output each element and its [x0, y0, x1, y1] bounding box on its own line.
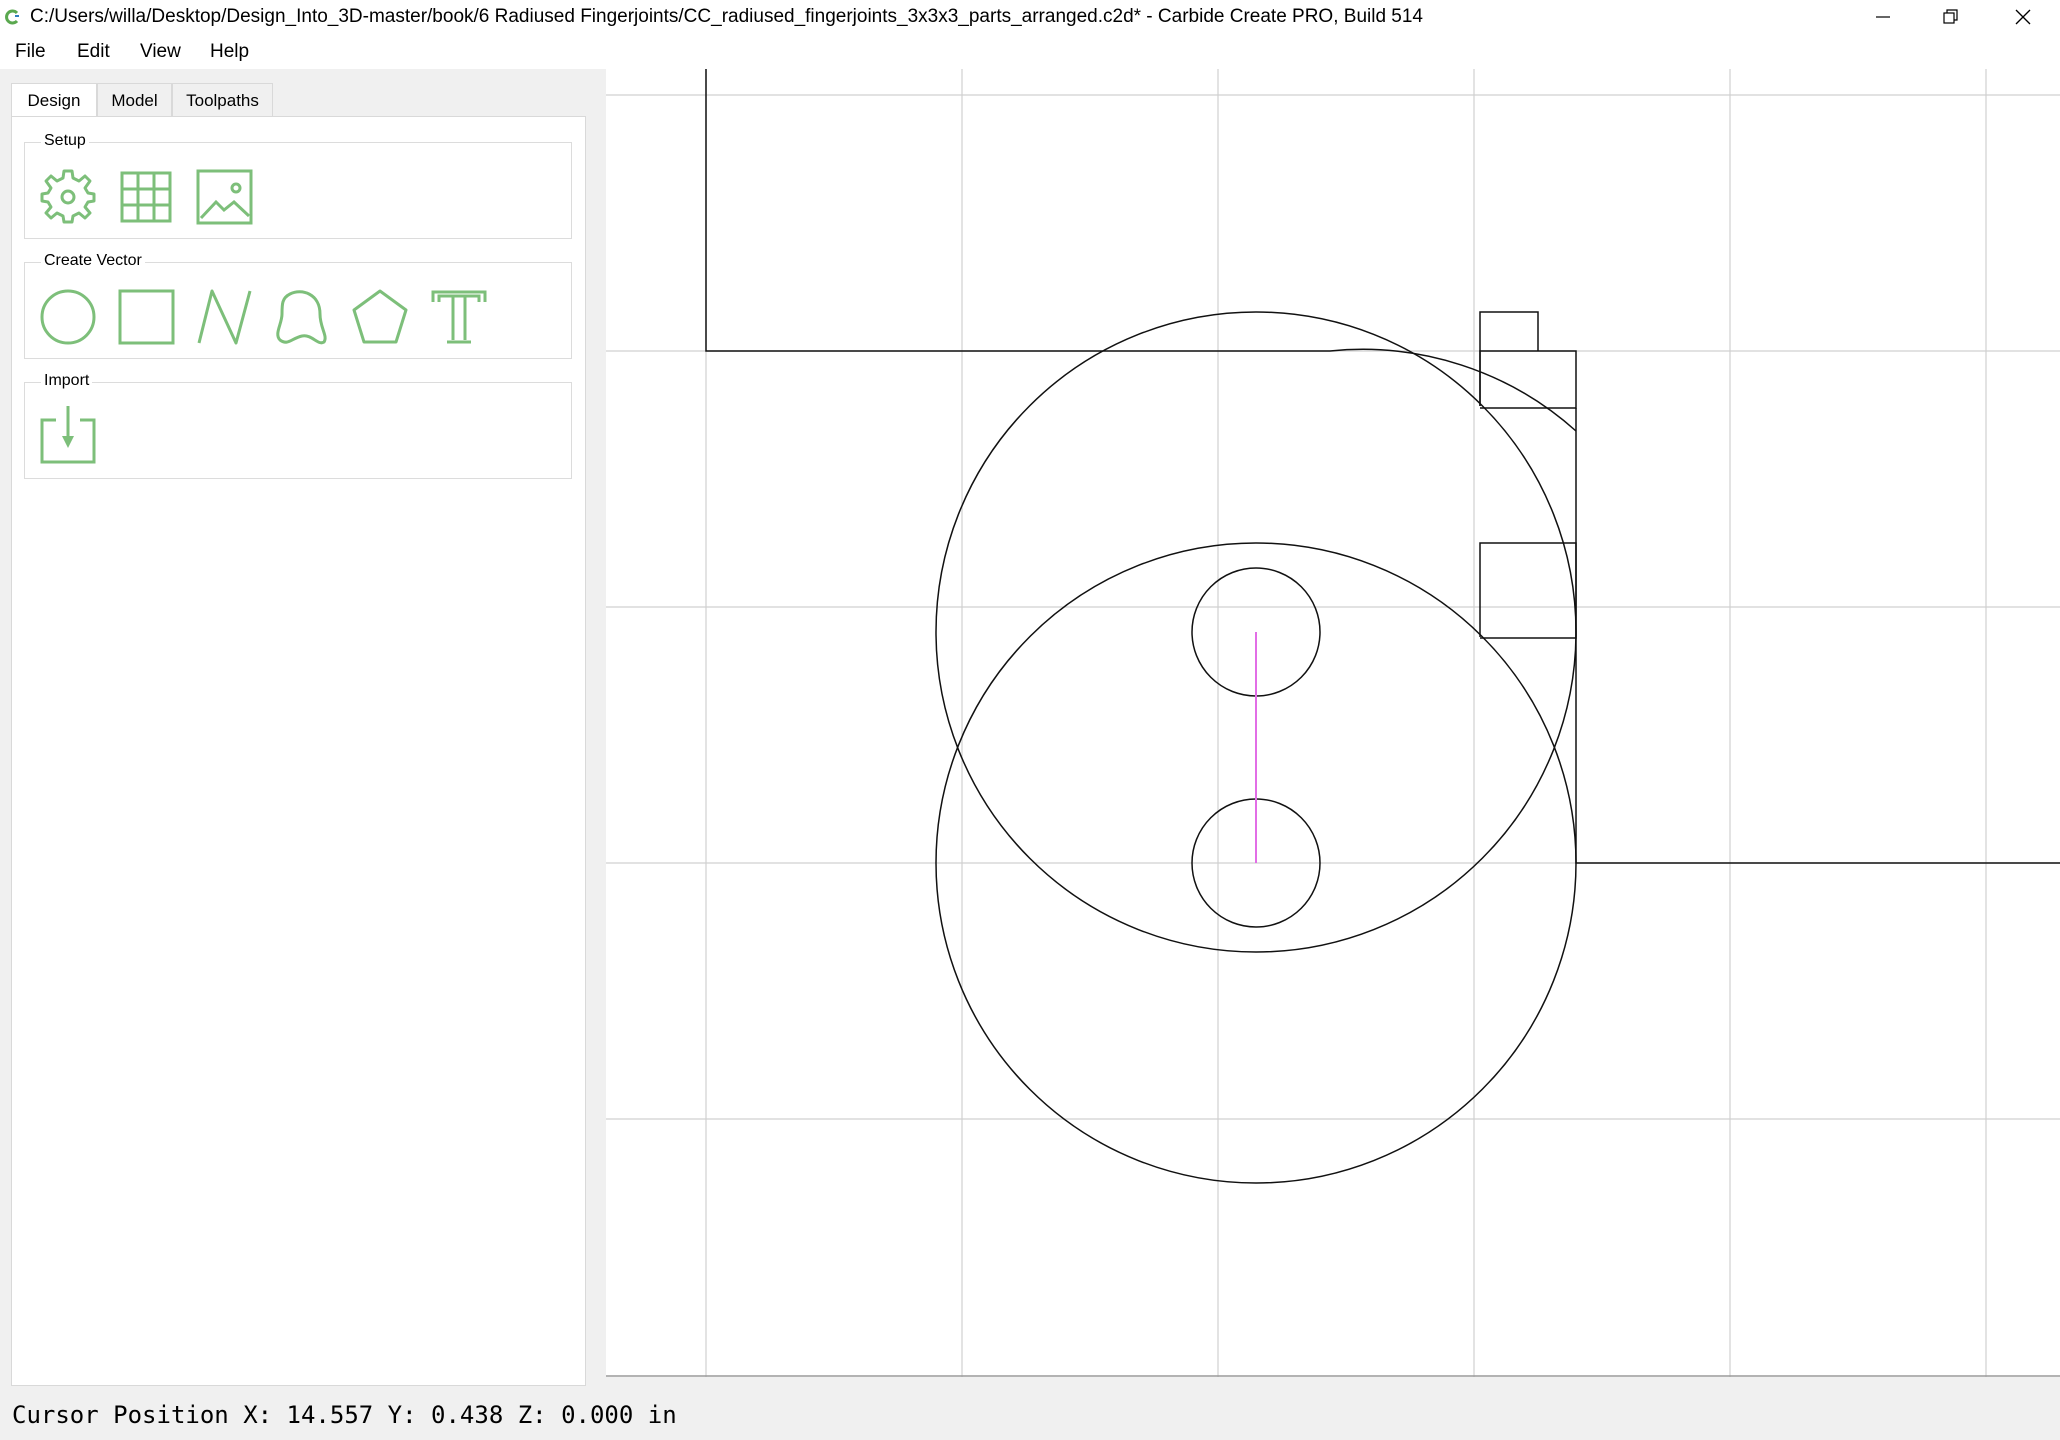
menu-bar: File Edit View Help — [0, 34, 2060, 69]
restore-icon — [1943, 9, 1958, 24]
canvas-drawing — [606, 69, 2060, 1377]
minimize-button[interactable] — [1850, 0, 1916, 34]
polygon-tool-button[interactable] — [350, 286, 410, 346]
text-tool-button[interactable] — [429, 286, 489, 346]
setup-group: Setup — [24, 131, 572, 239]
setup-group-title: Setup — [41, 131, 89, 151]
grid-lines — [606, 69, 2060, 1377]
import-icon — [40, 406, 96, 464]
text-icon — [431, 290, 487, 344]
restore-button[interactable] — [1918, 0, 1984, 34]
grid-icon — [120, 171, 172, 223]
close-button[interactable] — [1990, 0, 2056, 34]
polyline-tool-button[interactable] — [194, 286, 254, 346]
job-setup-button[interactable] — [38, 166, 98, 226]
circle-icon — [40, 289, 96, 345]
menu-view[interactable]: View — [140, 34, 181, 69]
polyline-icon — [197, 289, 252, 345]
image-icon — [196, 169, 253, 225]
menu-help[interactable]: Help — [210, 34, 249, 69]
rectangle-tool-button[interactable] — [116, 286, 176, 346]
import-group: Import — [24, 371, 572, 479]
background-image-button[interactable] — [194, 166, 254, 226]
vector-geometry — [705, 69, 2060, 1184]
tab-model[interactable]: Model — [97, 83, 172, 116]
carbide-logo-icon — [5, 9, 21, 25]
minimize-icon — [1876, 16, 1890, 18]
close-icon — [2015, 9, 2031, 25]
polygon-icon — [352, 289, 408, 344]
title-bar: C:/Users/willa/Desktop/Design_Into_3D-ma… — [0, 0, 2060, 34]
curve-tool-button[interactable] — [272, 286, 332, 346]
create-vector-group: Create Vector — [24, 251, 572, 359]
grid-button[interactable] — [116, 166, 176, 226]
cursor-position-status: Cursor Position X: 14.557 Y: 0.438 Z: 0.… — [12, 1401, 677, 1429]
gear-icon — [40, 169, 96, 224]
import-button[interactable] — [38, 406, 98, 466]
tab-toolpaths[interactable]: Toolpaths — [172, 83, 273, 116]
tab-design[interactable]: Design — [11, 83, 97, 117]
circle-tool-button[interactable] — [38, 286, 98, 346]
window-title: C:/Users/willa/Desktop/Design_Into_3D-ma… — [30, 6, 1423, 27]
menu-edit[interactable]: Edit — [77, 34, 110, 69]
import-group-title: Import — [41, 371, 93, 391]
design-canvas[interactable] — [606, 69, 2060, 1377]
menu-file[interactable]: File — [15, 34, 46, 69]
rectangle-icon — [118, 289, 175, 345]
curve-icon — [276, 290, 327, 345]
create-vector-group-title: Create Vector — [41, 251, 145, 271]
